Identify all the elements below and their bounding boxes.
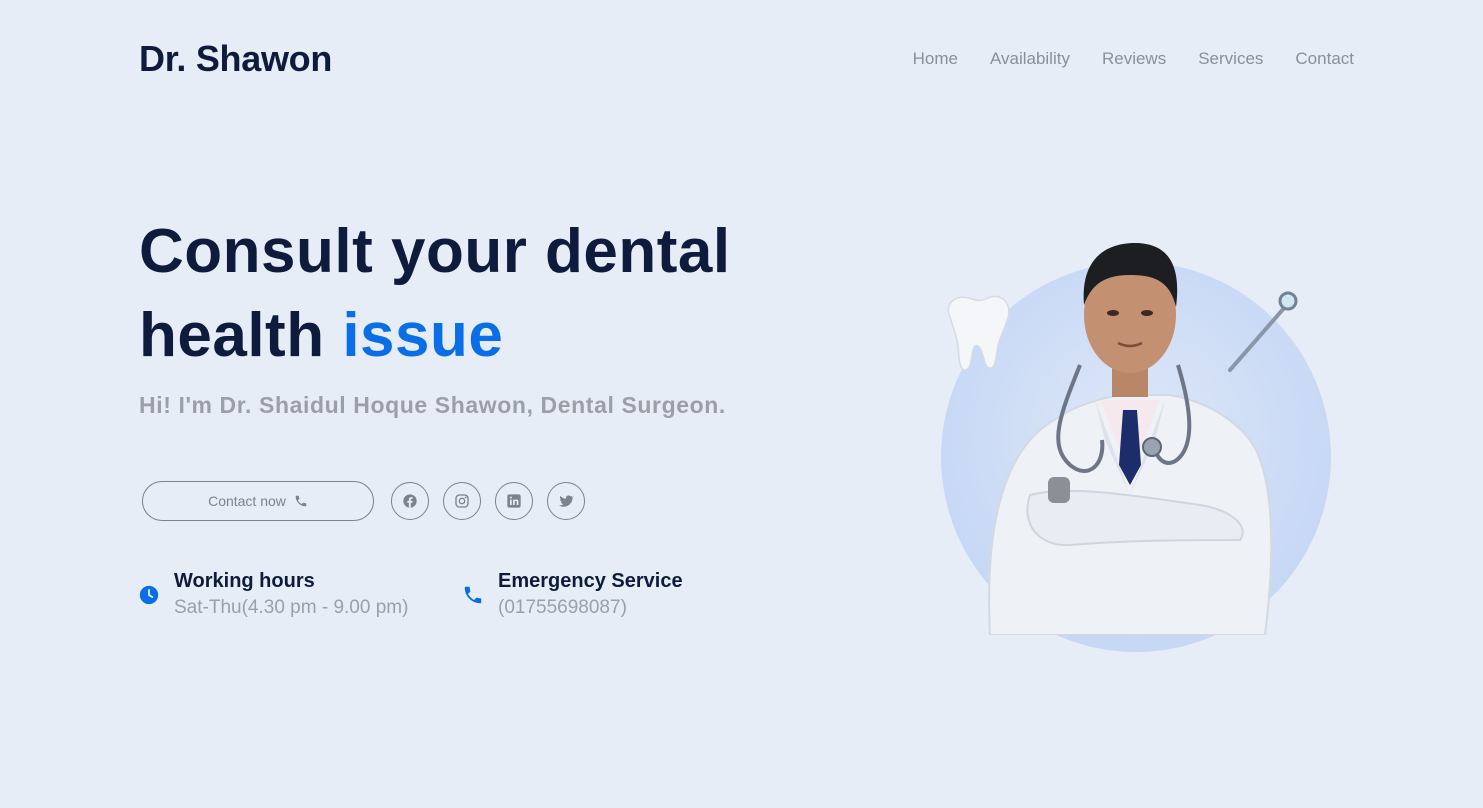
emergency-phone[interactable]: (01755698087) (498, 594, 683, 622)
nav-home[interactable]: Home (913, 49, 958, 69)
emergency-title: Emergency Service (498, 570, 683, 592)
working-hours-title: Working hours (174, 570, 315, 592)
phone-icon (295, 495, 307, 507)
nav-services[interactable]: Services (1198, 49, 1263, 69)
working-hours-text: Working hours Sat-Thu(4.30 pm - 9.00 pm) (174, 568, 408, 622)
dental-mirror-icon (1228, 291, 1298, 372)
linkedin-icon (507, 494, 521, 508)
tooth-icon (947, 295, 1010, 371)
hero-title-line1: Consult your dental (139, 217, 731, 286)
emergency-service-info: Emergency Service (01755698087) (462, 568, 683, 622)
nav-availability[interactable]: Availability (990, 49, 1070, 69)
instagram-button[interactable] (443, 482, 481, 520)
main-nav: Home Availability Reviews Services Conta… (913, 49, 1354, 69)
facebook-icon (403, 494, 417, 508)
hero-subtitle: Hi! I'm Dr. Shaidul Hoque Shawon, Dental… (139, 392, 726, 418)
phone-icon (464, 586, 482, 604)
clock-icon (139, 585, 159, 605)
instagram-icon (455, 494, 469, 508)
working-hours-info: Working hours Sat-Thu(4.30 pm - 9.00 pm) (138, 568, 408, 622)
hero-title: Consult your dental health issue (139, 210, 859, 378)
landing-page: Dr. Shawon Home Availability Reviews Ser… (0, 0, 1483, 808)
linkedin-button[interactable] (495, 482, 533, 520)
twitter-icon (559, 495, 574, 507)
emergency-text: Emergency Service (01755698087) (498, 568, 683, 622)
nav-reviews[interactable]: Reviews (1102, 49, 1166, 69)
working-hours-value: Sat-Thu(4.30 pm - 9.00 pm) (174, 597, 409, 618)
contact-now-button[interactable]: Contact now (142, 481, 374, 521)
hero-title-line2: health (139, 301, 343, 370)
facebook-button[interactable] (391, 482, 429, 520)
site-logo[interactable]: Dr. Shawon (139, 38, 332, 80)
contact-now-label: Contact now (208, 493, 286, 509)
nav-contact[interactable]: Contact (1295, 49, 1354, 69)
twitter-button[interactable] (547, 482, 585, 520)
hero-title-accent: issue (342, 301, 504, 370)
doctor-photo (947, 243, 1298, 635)
